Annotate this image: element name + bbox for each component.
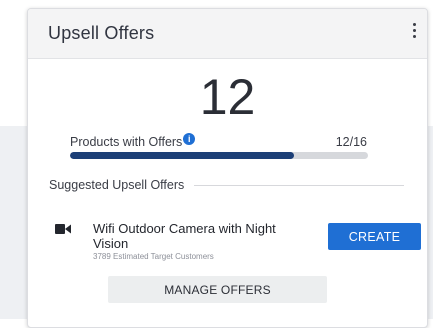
manage-offers-button[interactable]: MANAGE OFFERS [108,276,327,303]
products-with-offers-text: Products with Offers [70,135,183,149]
suggested-section-title: Suggested Upsell Offers [49,178,185,192]
card-header: Upsell Offers [28,9,427,59]
offer-product-name: Wifi Outdoor Camera with Night Vision [93,221,276,251]
offer-target-customers: 3789 Estimated Target Customers [93,252,214,261]
offers-count: 12 [199,69,256,125]
products-with-offers-label: Products with Offers i [70,133,196,149]
section-divider [194,184,404,186]
create-offer-button[interactable]: CREATE [328,223,421,250]
more-vertical-icon[interactable] [409,23,419,43]
card-title: Upsell Offers [48,23,155,43]
info-icon[interactable]: i [183,133,196,145]
upsell-offers-card: Upsell Offers 12 Products with Offers i … [27,8,428,328]
offers-progress-fill [70,152,294,159]
video-camera-icon [55,224,71,234]
suggested-section-header: Suggested Upsell Offers [49,178,404,192]
offers-ratio: 12/16 [335,135,367,149]
offer-item: Wifi Outdoor Camera with Night Vision 37… [55,221,421,271]
offer-text: Wifi Outdoor Camera with Night Vision 37… [93,221,293,261]
offers-progress-bar [70,152,368,159]
